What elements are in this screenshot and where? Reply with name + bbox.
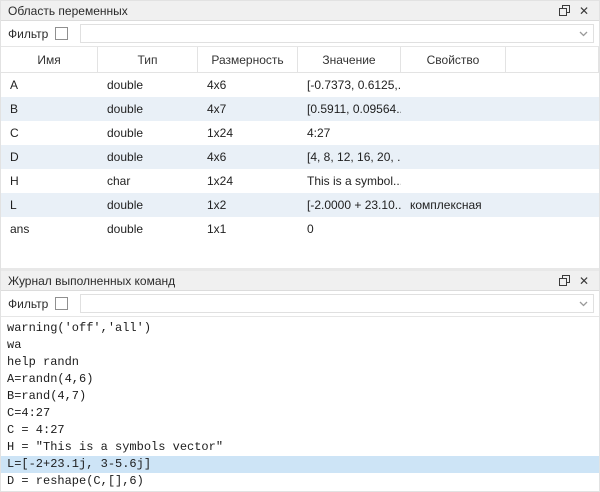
filter-label: Фильтр bbox=[8, 27, 48, 41]
var-name: H bbox=[1, 169, 98, 193]
history-line[interactable]: warning('off','all') bbox=[1, 320, 599, 337]
var-property: комплексная bbox=[401, 193, 506, 217]
table-row[interactable]: ans double 1x1 0 bbox=[1, 217, 599, 241]
var-value: [0.5911, 0.09564... bbox=[298, 97, 401, 121]
var-value: [4, 8, 12, 16, 20, ... bbox=[298, 145, 401, 169]
var-property bbox=[401, 97, 506, 121]
history-line[interactable]: wa bbox=[1, 337, 599, 354]
var-name: B bbox=[1, 97, 98, 121]
history-line[interactable]: L=[-2+23.1j, 3-5.6j] bbox=[1, 456, 599, 473]
column-header-value[interactable]: Значение bbox=[298, 47, 401, 72]
close-icon[interactable]: ✕ bbox=[574, 2, 594, 20]
var-size: 1x1 bbox=[198, 217, 298, 241]
var-property bbox=[401, 217, 506, 241]
column-header-name[interactable]: Имя bbox=[1, 47, 98, 72]
variables-filterbar: Фильтр bbox=[1, 21, 599, 47]
var-property bbox=[401, 169, 506, 193]
variables-table-header: Имя Тип Размерность Значение Свойство bbox=[1, 47, 599, 73]
filter-checkbox[interactable] bbox=[55, 27, 68, 40]
history-line[interactable]: B=rand(4,7) bbox=[1, 388, 599, 405]
history-titlebar: Журнал выполненных команд ✕ bbox=[1, 271, 599, 291]
filter-checkbox[interactable] bbox=[55, 297, 68, 310]
chevron-down-icon bbox=[579, 301, 588, 307]
chevron-down-icon bbox=[579, 31, 588, 37]
variables-panel-title: Область переменных bbox=[8, 4, 554, 18]
float-window-icon[interactable] bbox=[554, 272, 574, 290]
var-type: double bbox=[98, 97, 198, 121]
var-value: 4:27 bbox=[298, 121, 401, 145]
var-name: C bbox=[1, 121, 98, 145]
var-type: double bbox=[98, 73, 198, 97]
float-window-icon[interactable] bbox=[554, 2, 574, 20]
column-header-property[interactable]: Свойство bbox=[401, 47, 506, 72]
history-panel-title: Журнал выполненных команд bbox=[8, 274, 554, 288]
variables-empty-area bbox=[1, 241, 599, 268]
column-header-type[interactable]: Тип bbox=[98, 47, 198, 72]
var-size: 4x7 bbox=[198, 97, 298, 121]
history-filterbar: Фильтр bbox=[1, 291, 599, 317]
close-icon[interactable]: ✕ bbox=[574, 272, 594, 290]
column-header-filler bbox=[506, 47, 599, 72]
var-size: 1x2 bbox=[198, 193, 298, 217]
var-size: 1x24 bbox=[198, 169, 298, 193]
var-value: [-0.7373, 0.6125,... bbox=[298, 73, 401, 97]
table-row[interactable]: A double 4x6 [-0.7373, 0.6125,... bbox=[1, 73, 599, 97]
filter-label: Фильтр bbox=[8, 297, 48, 311]
history-line[interactable]: D = reshape(C,[],6) bbox=[1, 473, 599, 490]
history-line[interactable]: H = "This is a symbols vector" bbox=[1, 439, 599, 456]
history-line[interactable]: A=randn(4,6) bbox=[1, 371, 599, 388]
var-property bbox=[401, 121, 506, 145]
var-type: char bbox=[98, 169, 198, 193]
table-row[interactable]: C double 1x24 4:27 bbox=[1, 121, 599, 145]
table-row[interactable]: D double 4x6 [4, 8, 12, 16, 20, ... bbox=[1, 145, 599, 169]
var-size: 4x6 bbox=[198, 73, 298, 97]
var-value: 0 bbox=[298, 217, 401, 241]
var-size: 1x24 bbox=[198, 121, 298, 145]
var-property bbox=[401, 73, 506, 97]
docked-panels-window: Область переменных ✕ Фильтр Имя Тип Разм… bbox=[0, 0, 600, 492]
var-type: double bbox=[98, 193, 198, 217]
history-line[interactable]: C = 4:27 bbox=[1, 422, 599, 439]
table-row[interactable]: B double 4x7 [0.5911, 0.09564... bbox=[1, 97, 599, 121]
variables-table-body: A double 4x6 [-0.7373, 0.6125,... B doub… bbox=[1, 73, 599, 241]
var-type: double bbox=[98, 217, 198, 241]
var-type: double bbox=[98, 121, 198, 145]
var-value: [-2.0000 + 23.10... bbox=[298, 193, 401, 217]
command-history-panel: Журнал выполненных команд ✕ Фильтр warni… bbox=[1, 271, 599, 491]
filter-combobox[interactable] bbox=[80, 294, 594, 313]
table-row[interactable]: H char 1x24 This is a symbol... bbox=[1, 169, 599, 193]
history-line[interactable]: help randn bbox=[1, 354, 599, 371]
variables-panel: Область переменных ✕ Фильтр Имя Тип Разм… bbox=[1, 1, 599, 268]
var-name: A bbox=[1, 73, 98, 97]
var-name: ans bbox=[1, 217, 98, 241]
var-value: This is a symbol... bbox=[298, 169, 401, 193]
var-name: D bbox=[1, 145, 98, 169]
var-size: 4x6 bbox=[198, 145, 298, 169]
table-row[interactable]: L double 1x2 [-2.0000 + 23.10... комплек… bbox=[1, 193, 599, 217]
var-type: double bbox=[98, 145, 198, 169]
variables-titlebar: Область переменных ✕ bbox=[1, 1, 599, 21]
var-name: L bbox=[1, 193, 98, 217]
filter-combobox[interactable] bbox=[80, 24, 594, 43]
var-property bbox=[401, 145, 506, 169]
column-header-size[interactable]: Размерность bbox=[198, 47, 298, 72]
command-history-list: warning('off','all') wa help randn A=ran… bbox=[1, 317, 599, 491]
history-line[interactable]: C=4:27 bbox=[1, 405, 599, 422]
